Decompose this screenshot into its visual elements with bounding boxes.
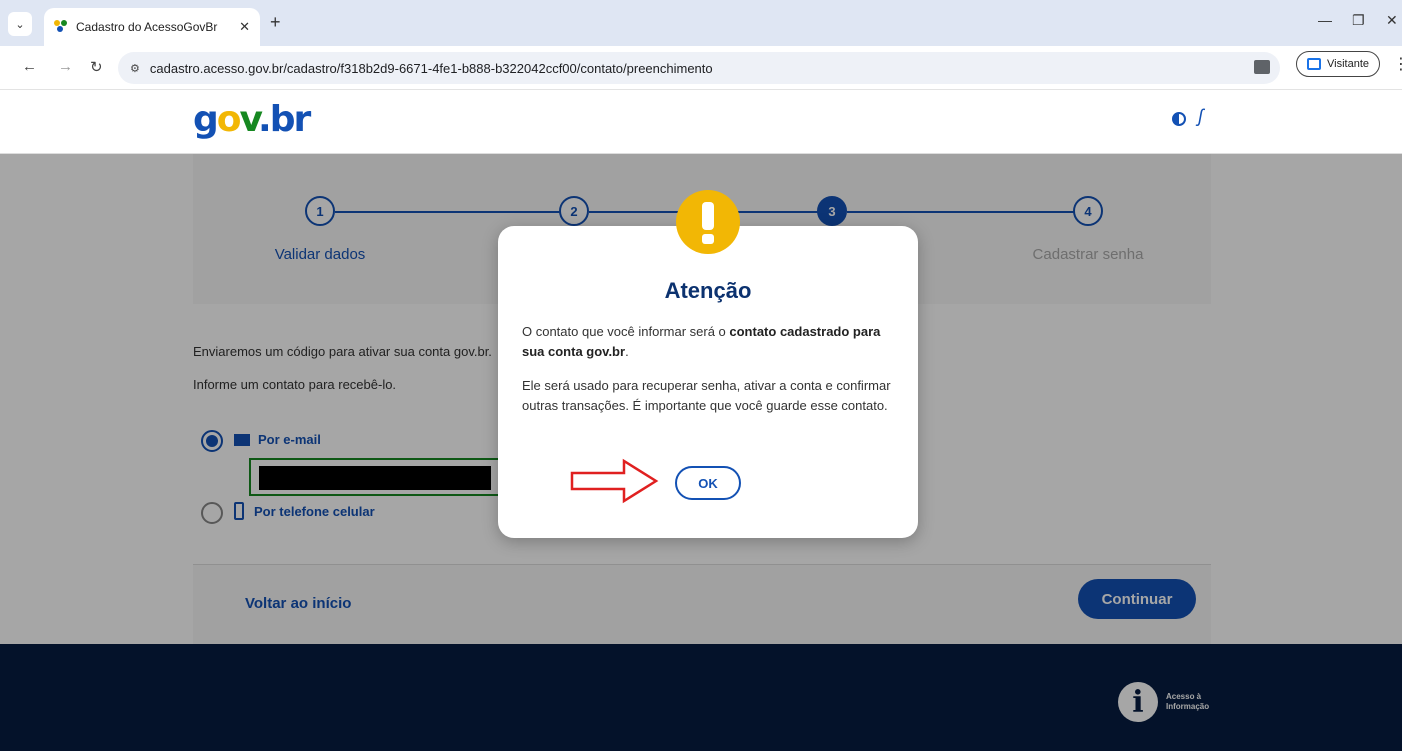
- modal-paragraph-2: Ele será usado para recuperar senha, ati…: [522, 378, 891, 413]
- modal-p1-end: .: [625, 344, 629, 359]
- logo-letter-g: g: [193, 99, 219, 140]
- address-bar[interactable]: ⚙ cadastro.acesso.gov.br/cadastro/f318b2…: [118, 52, 1280, 84]
- ok-button[interactable]: OK: [675, 466, 741, 500]
- tab-list-chevron-icon[interactable]: ⌄: [8, 12, 32, 36]
- browser-toolbar: ← → ↻ ⚙ cadastro.acesso.gov.br/cadastro/…: [0, 46, 1402, 90]
- new-tab-button[interactable]: +: [270, 12, 281, 33]
- restore-icon[interactable]: ❐: [1352, 12, 1365, 29]
- browser-menu-icon[interactable]: ⋮: [1393, 54, 1402, 74]
- contrast-icon[interactable]: [1172, 112, 1186, 126]
- modal-title: Atenção: [664, 278, 752, 303]
- exclamation-bar: [702, 202, 714, 230]
- exclamation-dot: [702, 234, 714, 244]
- warning-exclamation-icon: [676, 190, 740, 254]
- logo-dot: .: [258, 99, 272, 140]
- browser-tab-bar: ⌄ Cadastro do AcessoGovBr ✕ + — ❐ ✕: [0, 0, 1402, 46]
- annotation-arrow-icon: [570, 458, 659, 504]
- tab-close-icon[interactable]: ✕: [239, 19, 250, 35]
- logo-letter-v: v: [239, 99, 260, 140]
- attention-modal: Atenção O contato que você informar será…: [498, 226, 918, 538]
- modal-paragraph-1: O contato que você informar será o conta…: [522, 322, 894, 362]
- profile-button[interactable]: Visitante: [1296, 51, 1380, 77]
- modal-p1-start: O contato que você informar será o: [522, 324, 730, 339]
- profile-label: Visitante: [1327, 58, 1369, 70]
- profile-icon: [1307, 58, 1321, 70]
- logo-letter-o: o: [216, 99, 242, 140]
- back-arrow-icon[interactable]: ←: [22, 58, 37, 75]
- minimize-icon[interactable]: —: [1318, 12, 1332, 28]
- govbr-logo[interactable]: gov.br: [193, 99, 312, 140]
- site-settings-icon[interactable]: ⚙: [130, 62, 140, 75]
- site-header: gov.br ʃ: [0, 90, 1402, 154]
- sign-language-icon[interactable]: ʃ: [1198, 106, 1203, 127]
- logo-letters-br: br: [269, 99, 312, 140]
- tab-title: Cadastro do AcessoGovBr: [76, 20, 218, 34]
- reload-icon[interactable]: ↻: [90, 58, 103, 76]
- govbr-favicon-icon: [54, 20, 68, 34]
- browser-tab[interactable]: Cadastro do AcessoGovBr ✕: [44, 8, 260, 46]
- translate-icon[interactable]: [1254, 60, 1270, 74]
- window-close-icon[interactable]: ✕: [1386, 12, 1398, 29]
- url-text: cadastro.acesso.gov.br/cadastro/f318b2d9…: [149, 60, 713, 76]
- forward-arrow-icon[interactable]: →: [58, 58, 73, 75]
